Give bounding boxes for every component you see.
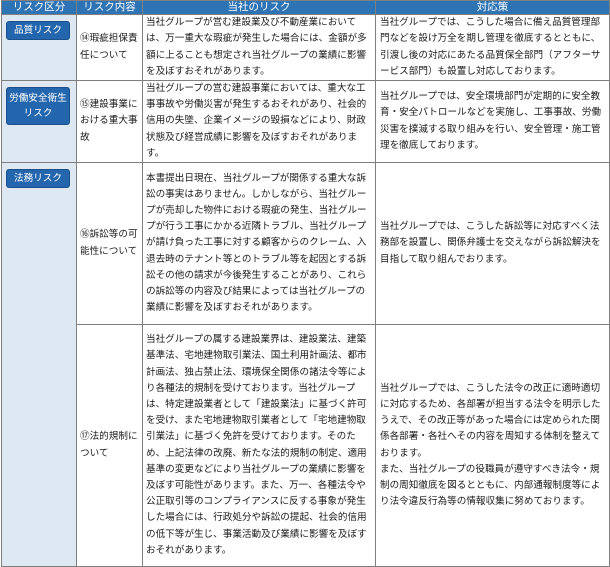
header-countermeasure: 対応策 xyxy=(375,0,610,15)
table-row: 法務リスク ⑯訴訟等の可能性について 本書提出日現在、当社グループが関係する重大… xyxy=(1,162,610,567)
risk-item: ⑯訴訟等の可能性について xyxy=(76,162,143,326)
category-badge-safety: 労働安全衛生リスク xyxy=(6,87,70,125)
risk-item: ⑰法的規制について xyxy=(76,324,143,567)
risk-description: 本書提出日現在、当社グループが関係する重大な訴訟の事実はありません。しかしながら… xyxy=(142,162,376,326)
risk-measure-paragraph-1: 当社グループでは、こうした法令の改正に適時適切に対応するため、各部署が担当する法… xyxy=(380,382,601,459)
category-cell: 品質リスク xyxy=(1,14,77,81)
category-badge-legal: 法務リスク xyxy=(6,169,70,189)
header-risk-content: リスク内容 xyxy=(76,0,143,15)
risk-description: 当社グループが営む建設業及び不動産業においては、万一重大な瑕疵が発生した場合には… xyxy=(142,14,376,81)
risk-item: ⑭瑕疵担保責任について xyxy=(76,14,143,81)
risk-measure: 当社グループでは、こうした場合に備え品質管理部門などを設け万全を期し管理を徹底す… xyxy=(375,14,610,81)
risk-measure-paragraph-2: また、当社グループの役職員が遵守すべき法令・規制の周知徹底を図るとともに、内部通… xyxy=(380,463,601,508)
category-badge-quality: 品質リスク xyxy=(6,21,70,40)
category-cell: 労働安全衛生リスク xyxy=(1,79,77,164)
risk-item: ⑮建設事業における重大事故 xyxy=(76,79,143,164)
header-risk-category: リスク区分 xyxy=(1,0,77,15)
header-row: リスク区分 リスク内容 当社のリスク 対応策 xyxy=(1,0,610,15)
table-row: 労働安全衛生リスク ⑮建設事業における重大事故 当社グループの営む建設事業におい… xyxy=(1,79,610,164)
table-row: ⑰法的規制について 当社グループの属する建設業界は、建設業法、建築基準法、宅地建… xyxy=(2,324,610,567)
risk-table: リスク区分 リスク内容 当社のリスク 対応策 品質リスク ⑭瑕疵担保責任について… xyxy=(1,0,610,567)
risk-description: 当社グループの属する建設業界は、建設業法、建築基準法、宅地建物取引業法、国土利用… xyxy=(142,324,376,567)
table-row: 品質リスク ⑭瑕疵担保責任について 当社グループが営む建設業及び不動産業において… xyxy=(1,14,610,81)
risk-description: 当社グループの営む建設事業においては、重大な工事事故や労働災害が発生するおそれが… xyxy=(142,79,376,164)
risk-measure: 当社グループでは、安全環境部門が定期的に安全教育・安全パトロールなどを実施し、工… xyxy=(375,79,610,164)
category-cell: 法務リスク xyxy=(1,162,77,567)
risk-measure: 当社グループでは、こうした訴訟等に対応すべく法務部を設置し、関係弁護士を交えなが… xyxy=(375,162,610,326)
header-company-risk: 当社のリスク xyxy=(142,0,376,15)
risk-measure: 当社グループでは、こうした法令の改正に適時適切に対応するため、各部署が担当する法… xyxy=(375,324,610,567)
